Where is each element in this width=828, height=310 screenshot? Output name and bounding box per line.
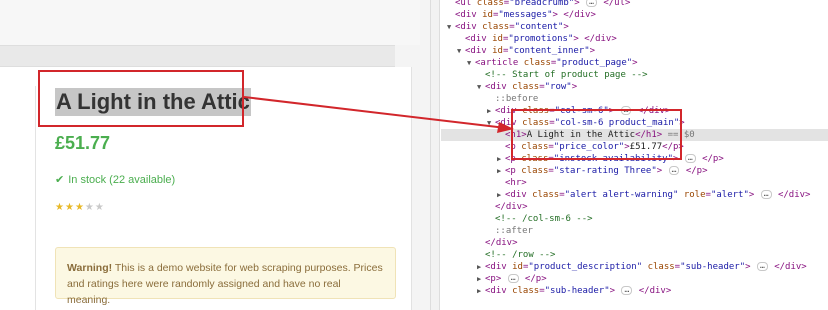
annotation-arrow xyxy=(243,96,514,133)
arrow-head xyxy=(497,122,514,133)
arrow-line xyxy=(243,96,507,129)
